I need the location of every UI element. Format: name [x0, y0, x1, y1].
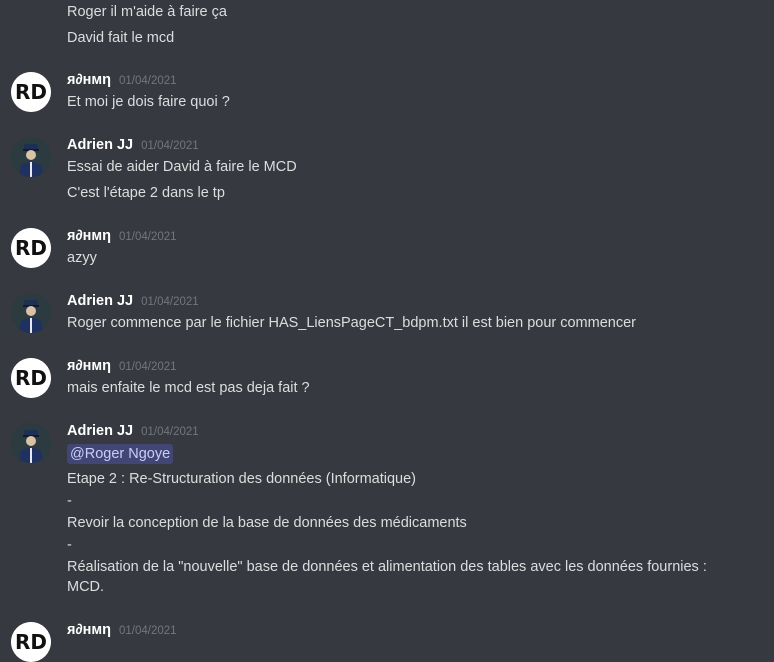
rd-logo-avatar-icon[interactable]: RD [11, 72, 51, 112]
message-line: mais enfaite le mcd est pas deja fait ? [67, 380, 310, 396]
message-timestamp: 01/04/2021 [118, 625, 177, 637]
message-timestamp: 01/04/2021 [141, 426, 199, 438]
author-name[interactable]: я∂нмη [67, 622, 111, 638]
message-timestamp: 01/04/2021 [118, 231, 177, 243]
message-author[interactable]: я∂нмη 01/04/2021 [67, 70, 177, 91]
message-line: Réalisation de la "nouvelle" base de don… [67, 559, 707, 595]
rd-logo-avatar-icon[interactable]: RD [11, 228, 51, 268]
author-name[interactable]: Adrien JJ [67, 293, 133, 309]
message-line: David fait le mcd [67, 30, 175, 46]
author-name[interactable]: Adrien JJ [67, 137, 133, 153]
message-timestamp: 01/04/2021 [118, 361, 177, 373]
svg-text:RD: RD [15, 80, 47, 104]
message-author[interactable]: я∂нмη 01/04/2021 [67, 620, 177, 641]
message-line: Revoir la conception de la base de donné… [67, 515, 467, 531]
officer-avatar-icon[interactable] [11, 423, 51, 463]
user-mention[interactable]: @Roger Ngoye [67, 444, 174, 464]
message-author[interactable]: Adrien JJ 01/04/2021 [67, 421, 199, 442]
svg-text:RD: RD [15, 366, 47, 390]
message-timestamp: 01/04/2021 [141, 296, 199, 308]
message-line: Roger il m'aide à faire ça [67, 4, 227, 20]
svg-text:RD: RD [15, 630, 47, 654]
author-name[interactable]: я∂нмη [67, 358, 111, 374]
message-author[interactable]: Adrien JJ 01/04/2021 [67, 291, 199, 312]
rd-logo-avatar-icon[interactable]: RD [11, 358, 51, 398]
author-name[interactable]: я∂нмη [67, 228, 111, 244]
officer-avatar-icon[interactable] [11, 293, 51, 333]
rd-logo-avatar-icon[interactable]: RD [11, 622, 51, 662]
message-author[interactable]: я∂нмη 01/04/2021 [67, 226, 177, 247]
message-line: Essai de aider David à faire le MCD [67, 159, 297, 175]
message-line: Etape 2 : Re-Structuration des données (… [67, 471, 416, 487]
author-name[interactable]: Adrien JJ [67, 423, 133, 439]
message-line: Et moi je dois faire quoi ? [67, 94, 230, 110]
message-line: C'est l'étape 2 dans le tp [67, 185, 225, 201]
message-line: - [67, 537, 72, 553]
svg-text:RD: RD [15, 236, 47, 260]
message-author[interactable]: Adrien JJ 01/04/2021 [67, 135, 199, 156]
message-line: Roger commence par le fichier HAS_LiensP… [67, 315, 636, 331]
officer-avatar-icon[interactable] [11, 137, 51, 177]
message-line: - [67, 493, 72, 509]
message-author[interactable]: я∂нмη 01/04/2021 [67, 356, 177, 377]
message-line: azyy [67, 250, 97, 266]
message-timestamp: 01/04/2021 [141, 140, 199, 152]
message-timestamp: 01/04/2021 [118, 75, 177, 87]
author-name[interactable]: я∂нмη [67, 72, 111, 88]
